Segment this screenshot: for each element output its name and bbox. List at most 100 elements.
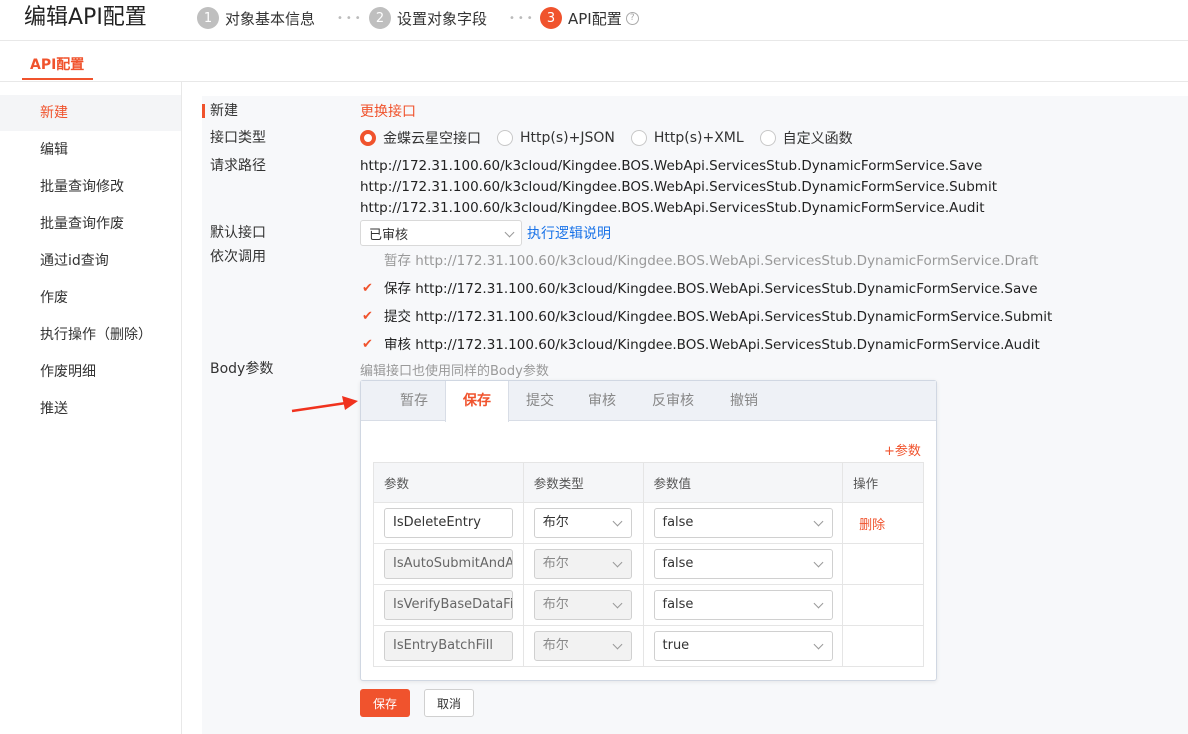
chevron-down-icon	[813, 639, 823, 650]
sequence-item-audit[interactable]: ✔ 审核 http://172.31.100.60/k3cloud/Kingde…	[362, 335, 1040, 355]
sequence-url: http://172.31.100.60/k3cloud/Kingdee.BOS…	[415, 309, 1053, 325]
chevron-down-icon	[813, 598, 823, 609]
table-header-row: 参数 参数类型 参数值 操作	[373, 462, 924, 503]
check-icon: ✔	[362, 309, 373, 324]
param-value-select[interactable]: true	[653, 631, 833, 661]
sequence-item-draft[interactable]: 暂存 http://172.31.100.60/k3cloud/Kingdee.…	[362, 251, 1038, 271]
radio-custom-function[interactable]: 自定义函数	[759, 128, 853, 148]
param-cell: IsVerifyBaseDataField	[373, 584, 524, 626]
help-icon[interactable]: ?	[625, 11, 639, 25]
sequence-item-submit[interactable]: ✔ 提交 http://172.31.100.60/k3cloud/Kingde…	[362, 307, 1052, 327]
body-params-label: Body参数	[210, 361, 274, 377]
tab-submit[interactable]: 提交	[509, 381, 571, 421]
action-cell: 删除	[842, 502, 924, 544]
default-interface-select[interactable]: 已审核	[360, 220, 522, 246]
radio-http-xml[interactable]: Http(s)+XML	[630, 130, 744, 146]
logic-description-link[interactable]: 执行逻辑说明	[527, 223, 611, 243]
param-cell: IsDeleteEntry	[373, 502, 524, 544]
radio-label: 金蝶云星空接口	[383, 131, 481, 147]
param-table: 参数 参数类型 参数值 操作 IsDeleteEntry 布尔 false 删除…	[373, 462, 924, 667]
interface-type-radio-group: 金蝶云星空接口 Http(s)+JSON Http(s)+XML 自定义函数	[360, 128, 869, 148]
tab-unaudit[interactable]: 反审核	[633, 381, 713, 421]
tab-underline	[22, 78, 93, 80]
tab-cancel[interactable]: 撤销	[713, 381, 775, 421]
param-value-select[interactable]: false	[653, 549, 833, 579]
sequence-item-save[interactable]: ✔ 保存 http://172.31.100.60/k3cloud/Kingde…	[362, 279, 1038, 299]
select-value: true	[662, 638, 690, 653]
sidebar-item-push[interactable]: 推送	[0, 391, 181, 427]
header-param-value: 参数值	[642, 462, 844, 503]
delete-button[interactable]: 删除	[859, 514, 885, 533]
select-value: false	[662, 597, 694, 612]
tab-draft[interactable]: 暂存	[383, 381, 445, 421]
chevron-down-icon	[504, 227, 515, 238]
header-param-type: 参数类型	[522, 462, 644, 503]
chevron-down-icon	[813, 516, 823, 527]
step-number: 1	[197, 7, 219, 29]
check-icon: ✔	[362, 281, 373, 296]
sidebar-item-void-detail[interactable]: 作废明细	[0, 354, 181, 390]
sidebar-item-create[interactable]: 新建	[0, 95, 181, 131]
select-value: 已审核	[369, 227, 409, 243]
table-row: IsDeleteEntry 布尔 false 删除	[373, 502, 924, 544]
request-path-label: 请求路径	[210, 158, 266, 174]
param-cell: IsAutoSubmitAndAudit	[373, 543, 524, 585]
value-cell: false	[642, 543, 844, 585]
chevron-down-icon	[612, 516, 623, 527]
request-path-audit: http://172.31.100.60/k3cloud/Kingdee.BOS…	[360, 200, 985, 216]
radio-label: Http(s)+XML	[653, 130, 744, 146]
header-action: 操作	[842, 462, 924, 503]
step-api-config[interactable]: 3 API配置 ?	[540, 6, 639, 30]
tab-save[interactable]: 保存	[445, 381, 509, 422]
param-name-input: IsEntryBatchFill	[384, 631, 513, 661]
step-label: 设置对象字段	[397, 9, 488, 28]
step-separator: •••	[337, 12, 364, 24]
step-label: API配置	[568, 9, 622, 28]
step-separator: •••	[509, 12, 536, 24]
sidebar-item-edit[interactable]: 编辑	[0, 132, 181, 168]
tab-api-config[interactable]: API配置	[30, 54, 84, 74]
param-value-select[interactable]: false	[653, 590, 833, 620]
table-row: IsVerifyBaseDataField 布尔 false	[373, 584, 924, 626]
param-type-select: 布尔	[533, 631, 632, 661]
sidebar-item-batch-query-void[interactable]: 批量查询作废	[0, 206, 181, 242]
sequence-name: 提交	[384, 309, 411, 325]
step-object-fields[interactable]: 2 设置对象字段	[369, 6, 487, 30]
request-path-submit: http://172.31.100.60/k3cloud/Kingdee.BOS…	[360, 179, 997, 195]
step-label: 对象基本信息	[225, 9, 316, 28]
sidebar-item-void[interactable]: 作废	[0, 280, 181, 316]
table-row: IsAutoSubmitAndAudit 布尔 false	[373, 543, 924, 585]
arrow-annotation-icon	[291, 396, 358, 413]
param-name-input[interactable]: IsDeleteEntry	[384, 508, 513, 538]
action-cell	[842, 625, 924, 667]
sidebar-item-batch-query-modify[interactable]: 批量查询修改	[0, 169, 181, 205]
section-title: 新建	[210, 103, 238, 119]
tab-audit[interactable]: 审核	[571, 381, 633, 421]
default-interface-label: 默认接口	[210, 225, 266, 241]
chevron-down-icon	[612, 598, 623, 609]
change-interface-link[interactable]: 更换接口	[360, 101, 416, 121]
sequence-url: http://172.31.100.60/k3cloud/Kingdee.BOS…	[415, 281, 1038, 297]
param-value-select[interactable]: false	[653, 508, 833, 538]
radio-http-json[interactable]: Http(s)+JSON	[497, 130, 615, 146]
sidebar-item-execute-delete[interactable]: 执行操作（删除）	[0, 317, 181, 353]
param-cell: IsEntryBatchFill	[373, 625, 524, 667]
step-object-info[interactable]: 1 对象基本信息	[197, 6, 315, 30]
value-cell: false	[642, 584, 844, 626]
save-button[interactable]: 保存	[360, 689, 410, 717]
add-param-button[interactable]: +参数	[884, 440, 921, 459]
param-type-select: 布尔	[533, 590, 632, 620]
select-value: 布尔	[542, 638, 569, 653]
section-accent-bar	[202, 104, 205, 118]
select-value: false	[662, 515, 694, 530]
table-row: IsEntryBatchFill 布尔 true	[373, 625, 924, 667]
type-cell: 布尔	[522, 543, 644, 585]
sidebar-item-query-by-id[interactable]: 通过id查询	[0, 243, 181, 279]
param-type-select[interactable]: 布尔	[533, 508, 632, 538]
radio-unchecked-icon	[497, 130, 513, 146]
radio-kingdee[interactable]: 金蝶云星空接口	[360, 128, 481, 148]
chevron-down-icon	[612, 557, 623, 568]
body-params-hint: 编辑接口也使用同样的Body参数	[360, 364, 549, 379]
cancel-button[interactable]: 取消	[424, 689, 474, 717]
request-path-save: http://172.31.100.60/k3cloud/Kingdee.BOS…	[360, 158, 983, 174]
